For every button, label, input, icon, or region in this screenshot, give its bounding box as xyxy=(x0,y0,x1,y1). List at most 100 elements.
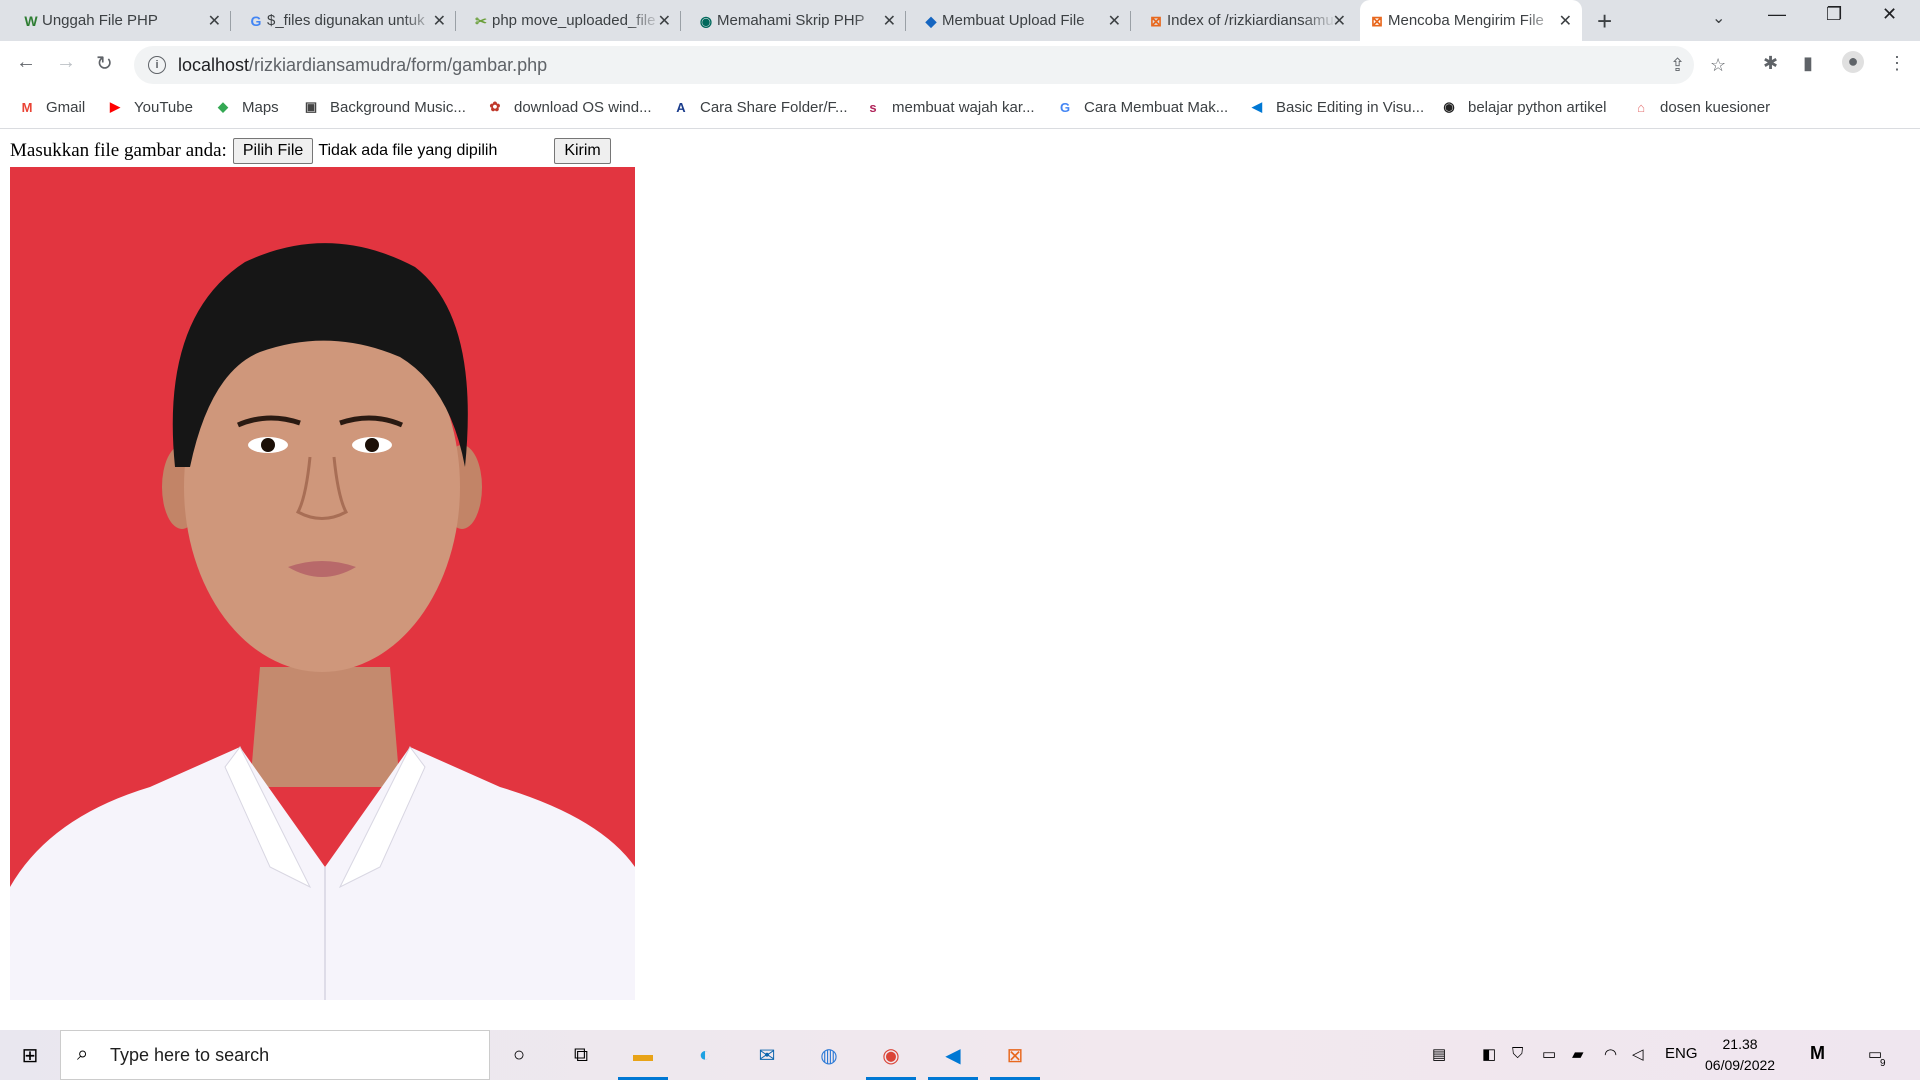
vscode-icon: ◀ xyxy=(1252,99,1262,114)
close-tab-icon[interactable]: ✕ xyxy=(658,11,671,31)
upload-label: Masukkan file gambar anda: xyxy=(10,140,227,161)
tab-memahami-skrip[interactable]: ◉ Memahami Skrip PHP ✕ xyxy=(689,0,906,41)
reload-icon[interactable]: ↻ xyxy=(96,51,113,76)
tab-separator xyxy=(455,11,456,31)
restore-icon[interactable]: ❐ xyxy=(1826,4,1842,25)
taskbar-search-box[interactable]: ⌕ Type here to search xyxy=(60,1030,490,1080)
bookmark-dosen-kuesioner[interactable]: ⌂ dosen kuesioner xyxy=(1632,98,1770,116)
xampp-icon[interactable]: ⊠ xyxy=(1000,1040,1030,1070)
tab-separator xyxy=(230,11,231,31)
gmail-icon: M xyxy=(21,99,33,115)
battery-icon[interactable]: ▰ xyxy=(1572,1045,1584,1063)
forward-icon[interactable]: → xyxy=(56,51,76,74)
cortana-icon[interactable]: ○ xyxy=(504,1040,534,1070)
bookmark-download-os[interactable]: ✿ download OS wind... xyxy=(486,98,652,116)
url-text[interactable]: localhost/rizkiardiansamudra/form/gambar… xyxy=(178,55,547,76)
address-bar[interactable]: i localhost/rizkiardiansamudra/form/gamb… xyxy=(134,46,1726,84)
clock-time: 21.38 xyxy=(1722,1036,1758,1052)
new-tab-icon[interactable]: + xyxy=(1597,6,1612,37)
portrait-image xyxy=(10,167,635,1000)
music-icon: ▣ xyxy=(304,99,318,114)
wikihow-icon: W xyxy=(24,13,38,29)
security-icon[interactable]: ⛉ xyxy=(1512,1045,1523,1062)
close-window-icon[interactable]: ✕ xyxy=(1882,4,1897,25)
bookmark-cara-membuat[interactable]: G Cara Membuat Mak... xyxy=(1056,98,1228,116)
vscode-icon[interactable]: ◀ xyxy=(938,1040,968,1070)
edge-icon[interactable]: ◐ xyxy=(690,1040,720,1070)
task-view-icon[interactable]: ⧉ xyxy=(566,1040,596,1070)
tab-files-digunakan[interactable]: G $_files digunakan untuk ✕ xyxy=(239,0,456,41)
tab-title: php move_uploaded_file xyxy=(492,12,656,29)
xampp-icon: ⊠ xyxy=(1150,12,1162,29)
file-explorer-icon[interactable]: ▬ xyxy=(628,1040,658,1070)
tab-membuat-upload[interactable]: ◆ Membuat Upload File ✕ xyxy=(914,0,1131,41)
site-icon: A xyxy=(676,99,686,115)
chrome-icon[interactable]: ◉ xyxy=(876,1040,906,1070)
close-tab-icon[interactable]: ✕ xyxy=(1108,11,1121,31)
taskbar-search-placeholder: Type here to search xyxy=(110,1045,270,1065)
news-icon[interactable]: ▤ xyxy=(1432,1045,1446,1063)
language-indicator[interactable]: ENG xyxy=(1665,1045,1698,1062)
windows-taskbar: ⊞ ⌕ Type here to search ○ ⧉ ▬ ◐ ✉ ◍ ◉ ◀ … xyxy=(0,1030,1920,1080)
url-path: /rizkiardiansamudra/form/gambar.php xyxy=(249,55,548,75)
close-tab-icon[interactable]: ✕ xyxy=(883,11,896,31)
tab-separator xyxy=(1130,11,1131,31)
mail-icon[interactable]: ✉ xyxy=(752,1040,782,1070)
app-logo-icon[interactable]: M xyxy=(1810,1043,1825,1064)
wifi-icon[interactable]: ◠ xyxy=(1604,1045,1617,1063)
google-icon: G xyxy=(1059,99,1071,115)
site-icon: ✂ xyxy=(475,12,487,29)
tab-search-chevron-icon[interactable]: ⌄ xyxy=(1712,8,1725,28)
tab-strip: W Unggah File PHP ✕ G $_files digunakan … xyxy=(0,0,1920,41)
side-panel-icon[interactable]: ▮ xyxy=(1803,53,1813,74)
bookmark-basic-editing[interactable]: ◀ Basic Editing in Visu... xyxy=(1248,98,1424,116)
bookmark-background-music[interactable]: ▣ Background Music... xyxy=(302,98,466,116)
tab-separator xyxy=(905,11,906,31)
maps-icon: ◆ xyxy=(218,99,228,114)
choose-file-button[interactable]: Pilih File xyxy=(232,138,314,164)
bookmark-label: dosen kuesioner xyxy=(1660,98,1771,116)
tab-php-move-uploaded[interactable]: ✂ php move_uploaded_file ✕ xyxy=(464,0,681,41)
messaging-icon[interactable]: ◍ xyxy=(814,1040,844,1070)
bookmark-membuat-wajah[interactable]: s membuat wajah kar... xyxy=(864,98,1035,116)
close-tab-icon[interactable]: ✕ xyxy=(208,11,221,31)
windows-start-icon[interactable]: ⊞ xyxy=(15,1040,45,1070)
tab-title: Mencoba Mengirim File xyxy=(1388,12,1544,29)
bookmark-label: belajar python artikel xyxy=(1468,98,1607,116)
site-icon: ⌂ xyxy=(1637,99,1645,115)
clock-date: 06/09/2022 xyxy=(1705,1057,1776,1073)
bookmark-star-icon[interactable]: ☆ xyxy=(1710,55,1726,76)
bookmark-label: Basic Editing in Visu... xyxy=(1276,98,1425,116)
tab-mencoba-mengirim[interactable]: ⊠ Mencoba Mengirim File ✕ xyxy=(1360,0,1582,41)
tab-title: Index of /rizkiardiansamudra xyxy=(1167,12,1337,29)
share-icon[interactable]: ⇪ xyxy=(1670,55,1685,76)
bookmark-belajar-python[interactable]: ◉ belajar python artikel xyxy=(1440,98,1606,116)
google-icon: G xyxy=(250,13,262,29)
bookmark-label: Maps xyxy=(242,98,279,116)
bookmark-cara-share[interactable]: A Cara Share Folder/F... xyxy=(672,98,848,116)
camera-icon[interactable]: ▭ xyxy=(1542,1045,1556,1063)
extensions-icon[interactable]: ✱ xyxy=(1763,53,1778,74)
menu-icon[interactable]: ⋮ xyxy=(1888,53,1906,74)
profile-avatar[interactable]: ● xyxy=(1842,51,1864,73)
close-tab-icon[interactable]: ✕ xyxy=(433,11,446,31)
submit-button[interactable]: Kirim xyxy=(554,138,611,164)
back-icon[interactable]: ← xyxy=(16,51,36,74)
bookmark-gmail[interactable]: M Gmail xyxy=(18,98,86,116)
xampp-icon: ⊠ xyxy=(1371,12,1383,29)
bookmark-maps[interactable]: ◆ Maps xyxy=(214,98,279,116)
tab-unggah-file-php[interactable]: W Unggah File PHP ✕ xyxy=(14,0,231,41)
clock[interactable]: 21.38 06/09/2022 xyxy=(1705,1034,1775,1076)
site-icon: ◉ xyxy=(1443,99,1455,114)
bookmark-label: Cara Share Folder/F... xyxy=(700,98,848,116)
volume-icon[interactable]: ◁ xyxy=(1632,1045,1644,1063)
minimize-icon[interactable]: — xyxy=(1768,4,1786,25)
close-tab-icon[interactable]: ✕ xyxy=(1559,11,1572,31)
bookmark-label: membuat wajah kar... xyxy=(892,98,1035,116)
close-tab-icon[interactable]: ✕ xyxy=(1333,11,1346,31)
tray-app-icon[interactable]: ◧ xyxy=(1482,1045,1496,1063)
tab-index-of[interactable]: ⊠ Index of /rizkiardiansamudra ✕ xyxy=(1139,0,1356,41)
site-info-icon[interactable]: i xyxy=(148,56,166,74)
bookmark-youtube[interactable]: ▶ YouTube xyxy=(106,98,193,116)
browser-toolbar: ← → ↻ i localhost/rizkiardiansamudra/for… xyxy=(0,41,1920,90)
